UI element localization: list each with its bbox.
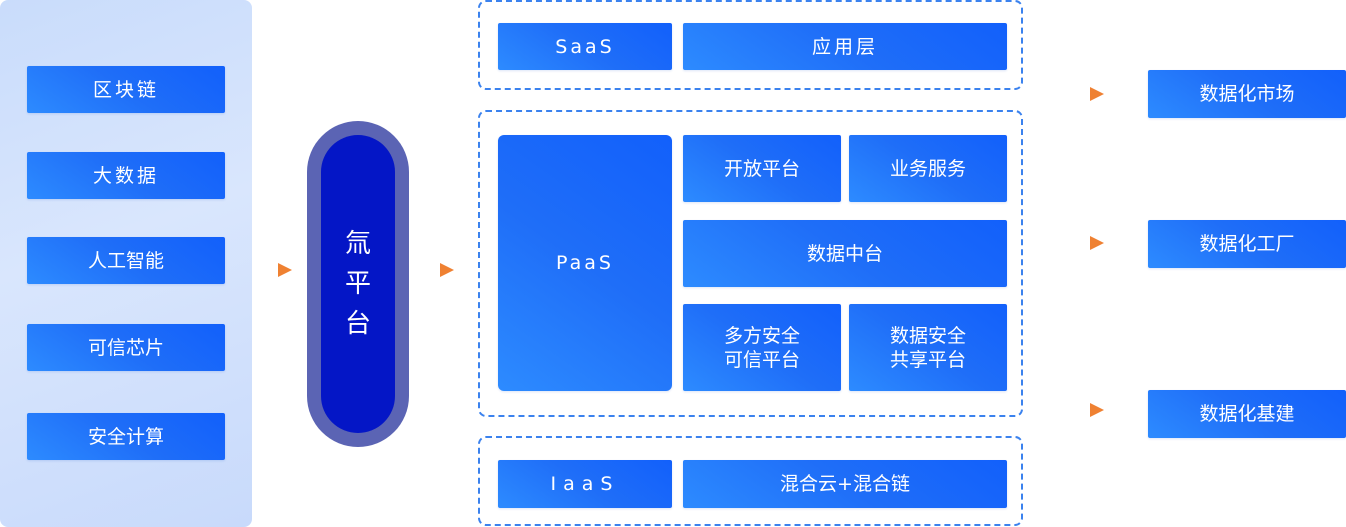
mpc-line-1: 多方安全 — [723, 324, 800, 347]
platform-char-1: 氚 — [344, 229, 371, 259]
application-layer: 应用层 — [683, 23, 1007, 70]
output-data-market: 数据化市场 — [1148, 70, 1346, 118]
hybrid-cloud-chain: 混合云+混合链 — [683, 460, 1007, 508]
tech-item-secure-computing: 安全计算 — [27, 413, 225, 460]
data-share-line-1: 数据安全 — [889, 324, 966, 347]
tech-item-big-data: 大数据 — [27, 152, 225, 199]
output-data-factory: 数据化工厂 — [1148, 220, 1346, 268]
output-data-infrastructure: 数据化基建 — [1148, 390, 1346, 438]
platform-char-2: 平 — [344, 269, 371, 299]
arrow-right-icon — [1090, 403, 1104, 417]
arrow-right-icon — [1090, 87, 1104, 101]
paas-label: PaaS — [498, 135, 672, 391]
data-share-line-2: 共享平台 — [889, 348, 966, 371]
mpc-trusted-platform: 多方安全 可信平台 — [683, 304, 841, 391]
tech-item-trusted-chip: 可信芯片 — [27, 324, 225, 371]
arrow-right-icon — [1090, 236, 1104, 250]
tech-item-ai: 人工智能 — [27, 237, 225, 284]
business-service: 业务服务 — [849, 135, 1007, 202]
data-security-share-platform: 数据安全 共享平台 — [849, 304, 1007, 391]
platform-char-3: 台 — [344, 309, 371, 339]
arrow-right-icon — [440, 263, 454, 277]
platform-pill: 氚 平 台 — [321, 135, 395, 433]
mpc-line-2: 可信平台 — [723, 348, 800, 371]
tech-item-blockchain: 区块链 — [27, 66, 225, 113]
saas-label: SaaS — [498, 23, 672, 70]
data-middle-platform: 数据中台 — [683, 220, 1007, 287]
open-platform: 开放平台 — [683, 135, 841, 202]
arrow-right-icon — [278, 263, 292, 277]
iaas-label: IaaS — [498, 460, 672, 508]
